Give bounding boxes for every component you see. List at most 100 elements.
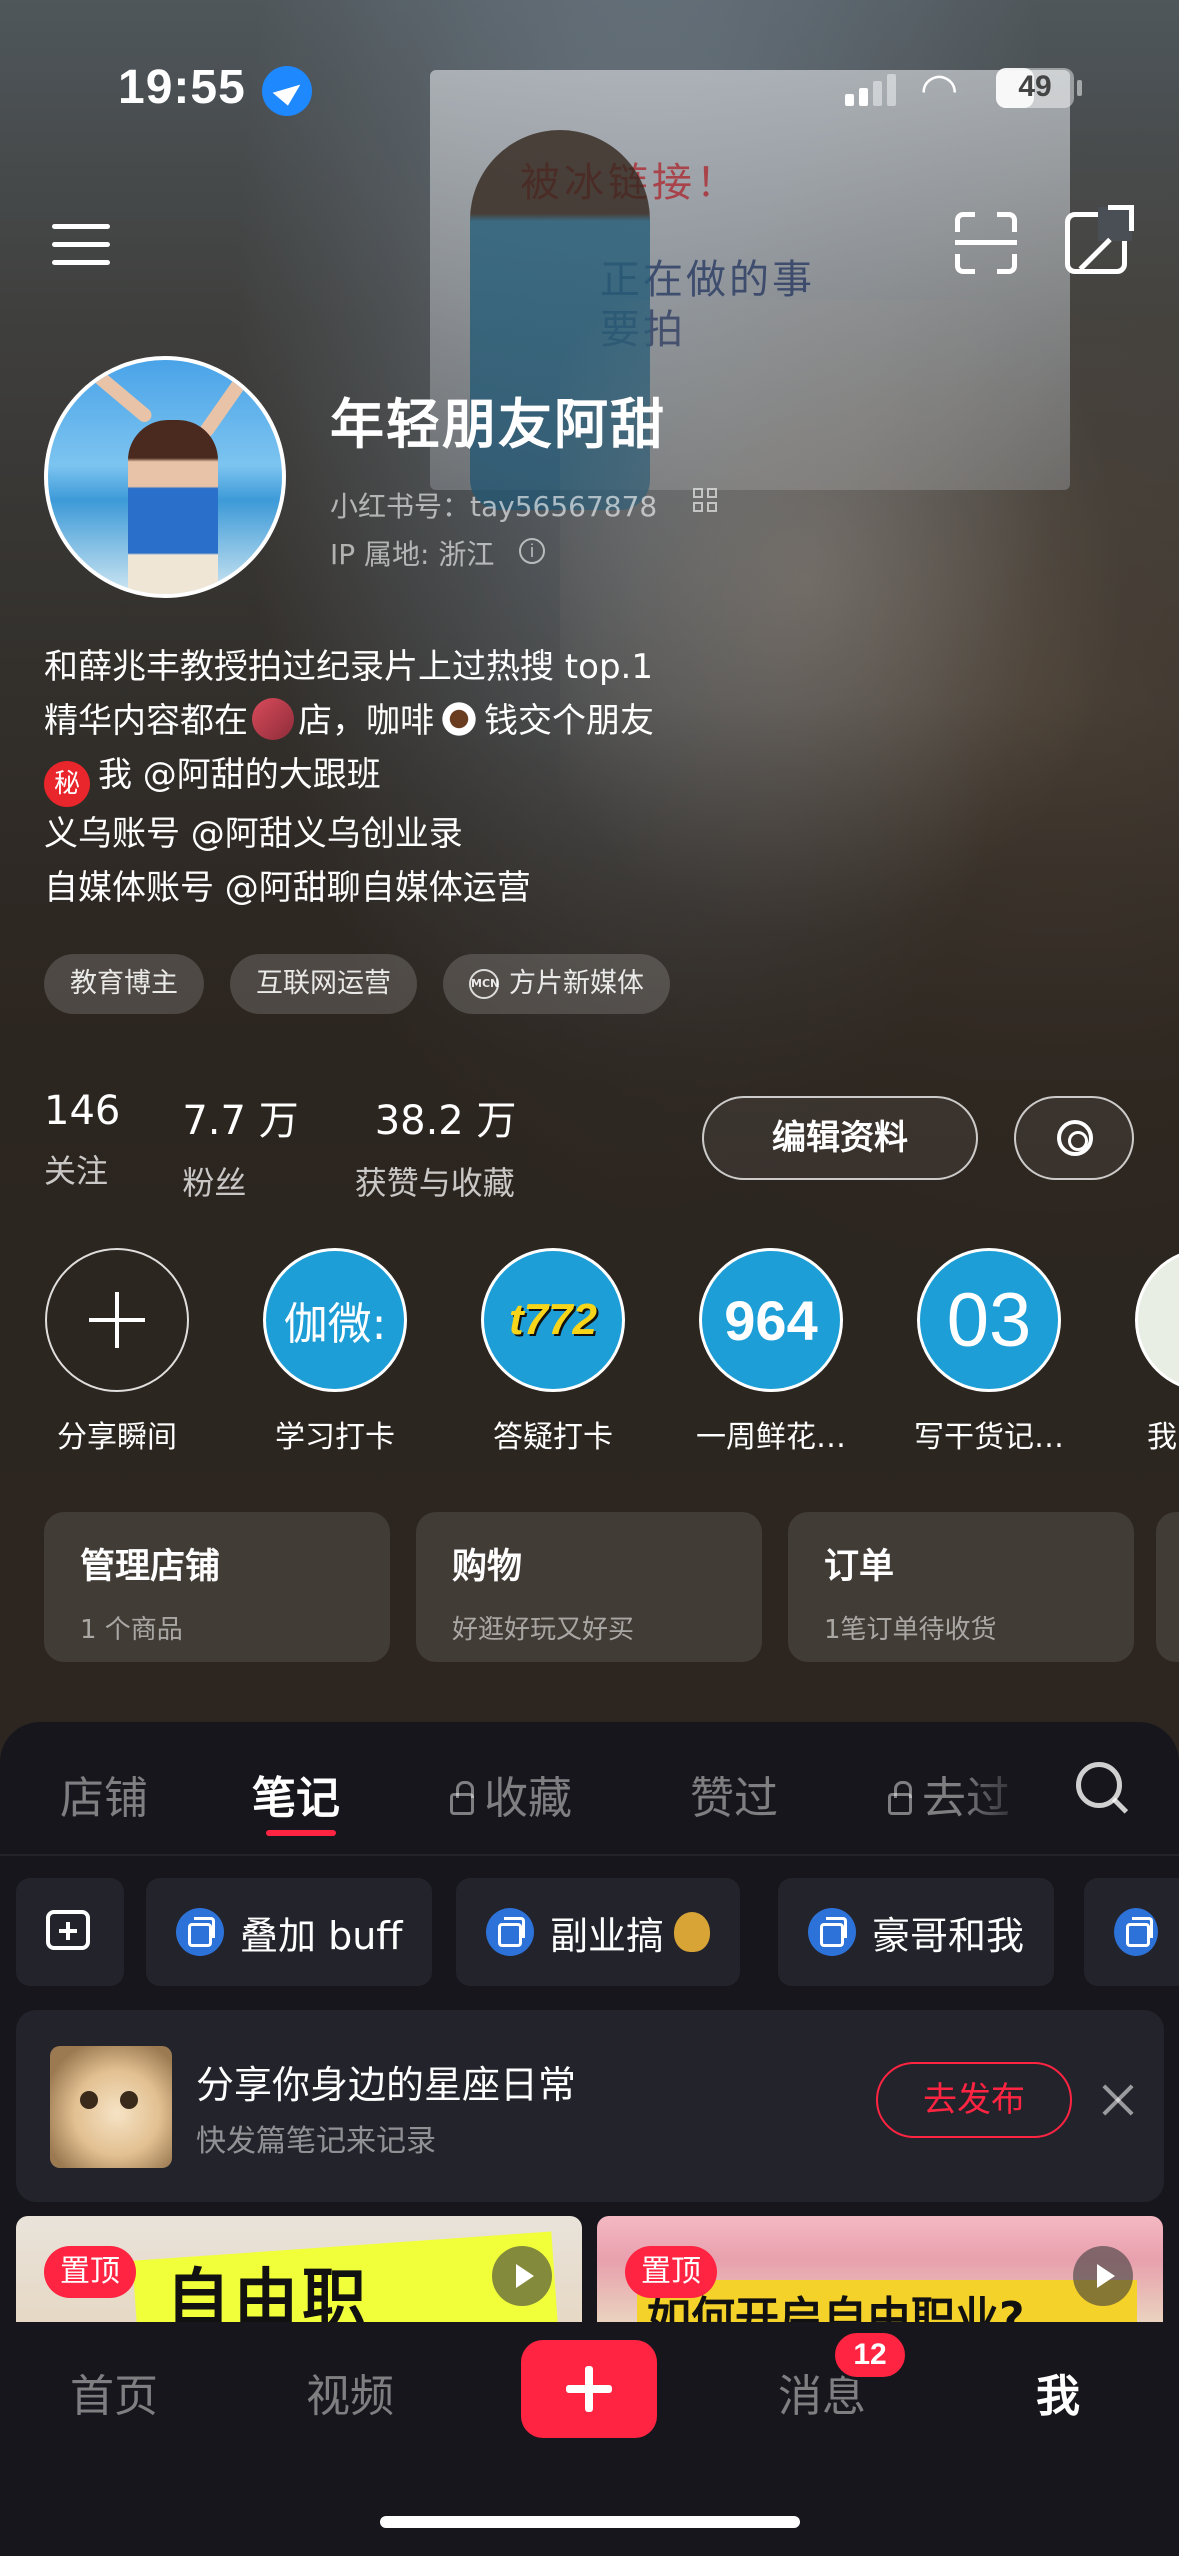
collection-icon — [176, 1908, 224, 1956]
card-title: 订单 — [824, 1547, 895, 1587]
bio-text: 精华内容都在 — [44, 701, 248, 741]
nav-video[interactable]: 视频 — [306, 2360, 394, 2424]
manage-shop-card[interactable]: 管理店铺 1 个商品 — [44, 1512, 390, 1662]
tab-shop[interactable]: 店铺 — [60, 1762, 148, 1826]
scan-icon[interactable] — [955, 212, 1017, 274]
shopping-card[interactable]: 购物 好逛好玩又好买 — [416, 1512, 762, 1662]
collection-chips: 叠加 buff 副业搞 豪哥和我 — [16, 1878, 1179, 1988]
highlights-row: 分享瞬间 伽微: 学习打卡 t772 答疑打卡 964 一周鲜花… 03 写干货… — [0, 1248, 1179, 1458]
close-icon[interactable] — [1102, 2084, 1134, 2116]
stat-number: 38.2 万 — [374, 1098, 517, 1144]
menu-icon[interactable] — [52, 220, 112, 270]
settings-button[interactable] — [1014, 1096, 1134, 1180]
stat-number: 146 — [44, 1088, 121, 1134]
profile-stats: 146 关注 7.7 万 粉丝 38.2 万 获赞与收藏 — [44, 1088, 578, 1204]
divider — [0, 1854, 1179, 1856]
tag-education[interactable]: 教育博主 — [44, 954, 204, 1014]
profile-tags: 教育博主 互联网运营 MCN 方片新媒体 — [44, 954, 670, 1014]
status-bar: 19:55 ◠ 49 — [0, 50, 1179, 120]
avatar[interactable] — [44, 356, 286, 598]
add-icon — [45, 1248, 189, 1392]
profile-bio: 和薛兆丰教授拍过纪录片上过热搜 top.1 精华内容都在 店，咖啡 钱交个朋友 秘我… — [44, 640, 1044, 915]
note-card[interactable]: 如何开启自由职业? 置顶 — [597, 2216, 1163, 2326]
collection-icon — [486, 1908, 534, 1956]
tab-active-indicator — [266, 1830, 336, 1836]
pinned-badge: 置顶 — [625, 2246, 717, 2298]
collection-icon — [808, 1908, 856, 1956]
bio-text: 店，咖啡 — [298, 701, 434, 741]
add-collection-button[interactable] — [16, 1878, 124, 1986]
publish-button[interactable]: 去发布 — [876, 2062, 1072, 2138]
publish-prompt-card: 分享你身边的星座日常 快发篇笔记来记录 去发布 — [16, 2010, 1164, 2202]
battery-level: 49 — [1018, 70, 1052, 103]
highlight-label: 一周鲜花… — [696, 1420, 846, 1455]
highlight-item[interactable]: 我 — [1127, 1248, 1179, 1456]
stat-following[interactable]: 146 关注 — [44, 1088, 120, 1204]
note-card[interactable]: 自由职 置顶 — [16, 2216, 582, 2326]
card-title: 购物 — [452, 1547, 523, 1587]
highlight-item[interactable]: 03 写干货记… — [909, 1248, 1069, 1456]
prompt-title: 分享你身边的星座日常 — [196, 2063, 577, 2107]
highlight-label: 学习打卡 — [275, 1420, 395, 1455]
highlight-cover: 03 — [917, 1248, 1061, 1392]
nav-me[interactable]: 我 — [1036, 2360, 1080, 2424]
info-icon[interactable]: i — [519, 538, 545, 564]
cellular-signal-icon — [845, 72, 897, 106]
highlight-item[interactable]: t772 答疑打卡 — [473, 1248, 633, 1456]
bio-line: 精华内容都在 店，咖啡 钱交个朋友 — [44, 694, 1044, 748]
collection-chip[interactable]: 叠加 buff — [146, 1878, 433, 1986]
play-icon — [1073, 2246, 1133, 2306]
sweet-potato-emoji-icon — [252, 698, 294, 740]
tab-notes[interactable]: 笔记 — [252, 1762, 340, 1826]
profile-id: 小红书号：tay56567878 — [330, 490, 658, 523]
highlight-item[interactable]: 964 一周鲜花… — [691, 1248, 851, 1456]
shop-cards: 管理店铺 1 个商品 购物 好逛好玩又好买 订单 1笔订单待收货 — [44, 1512, 1134, 1662]
tag-mcn[interactable]: MCN 方片新媒体 — [443, 954, 670, 1014]
create-post-button[interactable] — [521, 2340, 657, 2438]
chip-label: 叠加 buff — [240, 1913, 403, 1958]
tabs-fade — [960, 1762, 1030, 1822]
chip-label: 豪哥和我 — [872, 1913, 1025, 1958]
collection-chip[interactable]: 豪哥和我 — [778, 1878, 1055, 1986]
highlight-cover — [1135, 1248, 1179, 1392]
highlight-cover: 伽微: — [263, 1248, 407, 1392]
highlight-label: 答疑打卡 — [493, 1420, 613, 1455]
add-collection-icon — [46, 1910, 90, 1950]
collection-icon — [1114, 1908, 1158, 1956]
nav-home[interactable]: 首页 — [70, 2360, 158, 2424]
card-subtitle: 1 个商品 — [80, 1615, 183, 1645]
profile-name: 年轻朋友阿甜 — [330, 393, 666, 456]
orders-card[interactable]: 订单 1笔订单待收货 — [788, 1512, 1134, 1662]
bio-line: 和薛兆丰教授拍过纪录片上过热搜 top.1 — [44, 647, 653, 687]
lock-icon — [888, 1781, 912, 1815]
card-overflow — [1156, 1512, 1179, 1662]
tab-collections[interactable]: 收藏 — [450, 1762, 572, 1826]
share-icon[interactable] — [1065, 205, 1134, 274]
note-cover-title: 自由职 — [166, 2263, 370, 2326]
stat-likes[interactable]: 38.2 万 获赞与收藏 — [355, 1088, 517, 1204]
edit-profile-button[interactable]: 编辑资料 — [702, 1096, 978, 1180]
highlight-add[interactable]: 分享瞬间 — [37, 1248, 197, 1456]
bio-text: 我 @阿甜的大跟班 — [98, 755, 381, 795]
battery-icon: 49 — [996, 68, 1074, 108]
highlight-label: 写干货记… — [914, 1420, 1064, 1455]
wifi-icon: ◠ — [920, 65, 959, 114]
highlight-label: 分享瞬间 — [57, 1420, 177, 1455]
stat-followers[interactable]: 7.7 万 粉丝 — [182, 1088, 298, 1204]
tag-internet-ops[interactable]: 互联网运营 — [230, 954, 417, 1014]
bio-line: 自媒体账号 @阿甜聊自媒体运营 — [44, 868, 531, 908]
highlight-item[interactable]: 伽微: 学习打卡 — [255, 1248, 415, 1456]
cat-thumbnail — [50, 2046, 172, 2168]
mcn-icon: MCN — [469, 969, 499, 999]
gear-icon — [1057, 1120, 1093, 1156]
stat-label: 粉丝 — [182, 1164, 247, 1202]
tab-liked[interactable]: 赞过 — [690, 1762, 778, 1826]
collection-chip[interactable]: 副业搞 — [456, 1878, 741, 1986]
bio-line: 义乌账号 @阿甜义乌创业录 — [44, 814, 463, 854]
highlight-cover: 964 — [699, 1248, 843, 1392]
location-arrow-icon — [262, 66, 312, 116]
collection-chip[interactable] — [1084, 1878, 1179, 1986]
qr-code-icon[interactable] — [693, 488, 719, 514]
search-icon[interactable] — [1076, 1762, 1122, 1808]
highlight-label: 我 — [1147, 1420, 1177, 1455]
